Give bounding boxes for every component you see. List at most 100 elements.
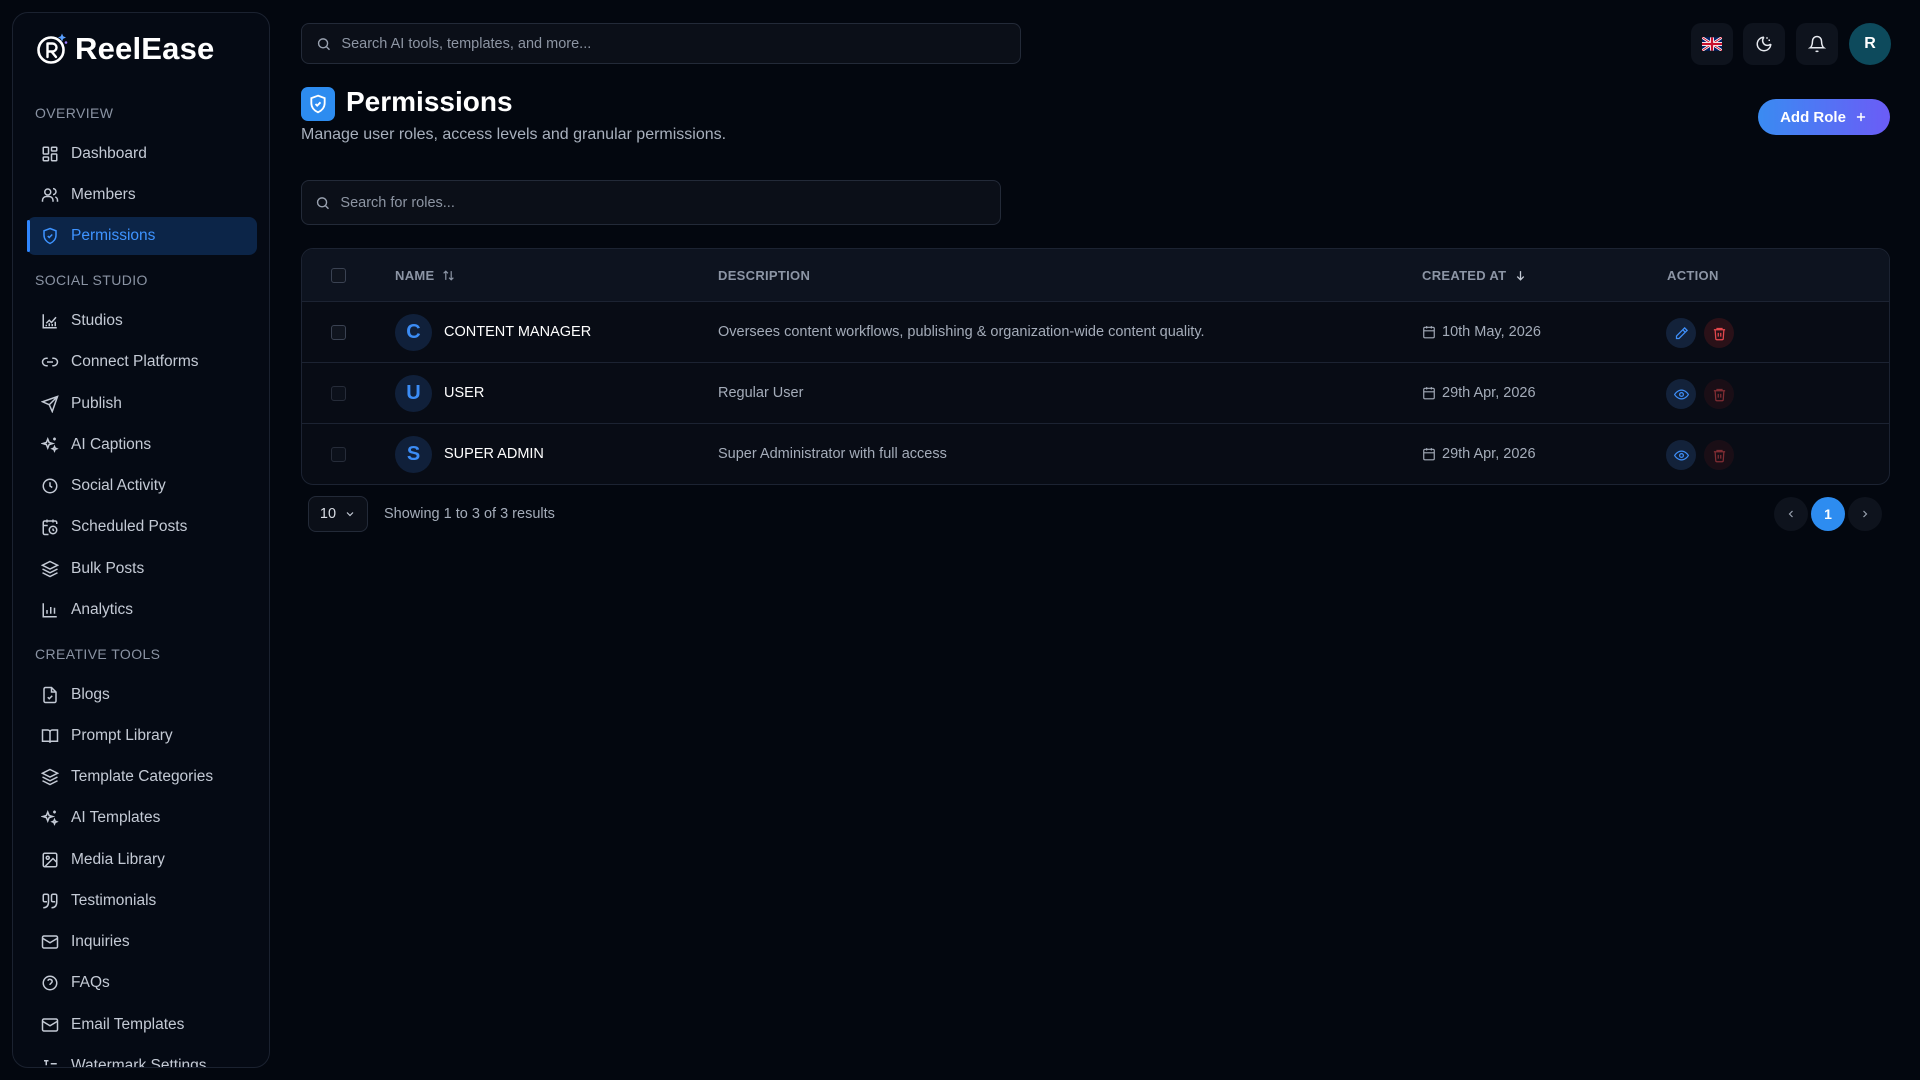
sidebar-item-inquiries[interactable]: Inquiries — [27, 923, 257, 961]
sidebar-item-label: Prompt Library — [71, 727, 173, 744]
uk-flag-icon — [1702, 37, 1722, 51]
sidebar-item-prompt-library[interactable]: Prompt Library — [27, 717, 257, 755]
role-created-at: 29th Apr, 2026 — [1422, 385, 1536, 401]
delete-button[interactable] — [1704, 318, 1734, 348]
column-header-description: DESCRIPTION — [718, 268, 810, 283]
sidebar-item-label: Members — [71, 186, 136, 203]
column-created-at-label: CREATED AT — [1422, 268, 1507, 283]
sidebar-item-social-activity[interactable]: Social Activity — [27, 467, 257, 505]
sparkles-icon — [41, 436, 59, 453]
notifications-button[interactable] — [1796, 23, 1838, 65]
sidebar-item-label: Blogs — [71, 686, 110, 703]
edit-button[interactable] — [1666, 318, 1696, 348]
sidebar-item-label: AI Templates — [71, 809, 161, 826]
role-description: Oversees content workflows, publishing &… — [718, 324, 1205, 340]
sidebar-item-email-templates[interactable]: Email Templates — [27, 1006, 257, 1044]
chevron-right-icon — [1863, 510, 1868, 518]
user-avatar[interactable]: R — [1849, 23, 1891, 65]
sidebar-item-blogs[interactable]: Blogs — [27, 676, 257, 714]
section-title-social-studio: SOCIAL STUDIO — [35, 272, 148, 288]
sidebar-item-studios[interactable]: Studios — [27, 302, 257, 340]
help-circle-icon — [42, 975, 58, 991]
link-icon — [41, 357, 59, 367]
view-button[interactable] — [1666, 379, 1696, 409]
global-search-input[interactable] — [341, 35, 1020, 52]
section-title-creative-tools: CREATIVE TOOLS — [35, 646, 161, 662]
role-avatar: C — [395, 314, 432, 351]
role-created-at: 29th Apr, 2026 — [1422, 446, 1536, 462]
per-page-select[interactable]: 10 — [308, 496, 368, 532]
sidebar-item-analytics[interactable]: Analytics — [27, 591, 257, 629]
delete-button[interactable] — [1704, 379, 1734, 409]
logo-icon — [37, 33, 68, 64]
sidebar-item-template-categories[interactable]: Template Categories — [27, 758, 257, 796]
section-title-overview: OVERVIEW — [35, 105, 114, 121]
sidebar-item-ai-captions[interactable]: AI Captions — [27, 426, 257, 464]
sidebar-item-label: Permissions — [71, 227, 156, 244]
select-all-checkbox[interactable] — [331, 268, 346, 283]
pencil-icon — [1675, 326, 1688, 339]
sidebar-item-label: Dashboard — [71, 145, 147, 162]
view-button[interactable] — [1666, 440, 1696, 470]
sidebar-item-faqs[interactable]: FAQs — [27, 964, 257, 1002]
sidebar-item-dashboard[interactable]: Dashboard — [27, 135, 257, 173]
sidebar-item-label: Inquiries — [71, 933, 130, 950]
column-header-action: ACTION — [1667, 268, 1719, 283]
add-role-label: Add Role — [1780, 108, 1846, 126]
app-name: ReelEase — [75, 31, 215, 66]
arrow-down-icon — [1517, 271, 1525, 281]
sidebar-item-members[interactable]: Members — [27, 176, 257, 214]
global-search[interactable] — [301, 23, 1021, 64]
row-checkbox[interactable] — [331, 447, 346, 462]
sort-icon — [443, 270, 455, 281]
sidebar-item-label: Social Activity — [71, 477, 166, 494]
sidebar-item-media-library[interactable]: Media Library — [27, 841, 257, 879]
role-description: Super Administrator with full access — [718, 446, 947, 462]
sidebar-item-permissions[interactable]: Permissions — [27, 217, 257, 255]
sidebar-item-ai-templates[interactable]: AI Templates — [27, 799, 257, 837]
shield-icon — [43, 227, 57, 245]
sidebar-item-publish[interactable]: Publish — [27, 385, 257, 423]
next-page-button[interactable] — [1848, 497, 1882, 531]
previous-page-button[interactable] — [1774, 497, 1808, 531]
role-created-at: 10th May, 2026 — [1422, 324, 1541, 340]
page-title: Permissions — [346, 86, 513, 117]
theme-toggle-button[interactable] — [1743, 23, 1785, 65]
calendar-icon — [1423, 326, 1435, 339]
mail-icon — [41, 1018, 59, 1032]
sidebar-item-label: Scheduled Posts — [71, 518, 188, 535]
eye-icon — [1673, 449, 1689, 461]
sidebar-item-testimonials[interactable]: Testimonials — [27, 882, 257, 920]
sidebar-item-scheduled-posts[interactable]: Scheduled Posts — [27, 508, 257, 546]
sidebar-item-label: Testimonials — [71, 892, 157, 909]
sparkles-icon — [41, 809, 59, 826]
image-icon — [42, 852, 58, 868]
role-search[interactable] — [301, 180, 1001, 225]
sidebar: ReelEase OVERVIEW Dashboard Members Perm… — [12, 12, 270, 1068]
role-search-input[interactable] — [340, 194, 1000, 211]
page-button-current[interactable]: 1 — [1811, 497, 1845, 531]
role-name: SUPER ADMIN — [444, 446, 544, 462]
row-checkbox[interactable] — [331, 386, 346, 401]
quote-icon — [42, 893, 58, 909]
plus-icon — [1856, 112, 1866, 122]
add-role-button[interactable]: Add Role — [1758, 99, 1890, 135]
sidebar-item-bulk-posts[interactable]: Bulk Posts — [27, 550, 257, 588]
delete-button[interactable] — [1704, 440, 1734, 470]
page-subtitle: Manage user roles, access levels and gra… — [301, 126, 727, 143]
column-header-name[interactable]: NAME — [395, 268, 455, 283]
bar-chart-icon — [42, 603, 57, 618]
row-checkbox[interactable] — [331, 325, 346, 340]
table-row: S SUPER ADMIN Super Administrator with f… — [302, 424, 1889, 484]
sidebar-item-watermark-settings[interactable]: Watermark Settings — [27, 1047, 257, 1067]
sidebar-item-label: Studios — [71, 312, 123, 329]
calendar-icon — [1423, 448, 1435, 461]
language-button[interactable] — [1691, 23, 1733, 65]
sidebar-item-connect-platforms[interactable]: Connect Platforms — [27, 343, 257, 381]
column-header-created-at[interactable]: CREATED AT — [1422, 268, 1527, 283]
trash-icon — [1713, 327, 1725, 340]
role-avatar: S — [395, 436, 432, 473]
app-logo[interactable]: ReelEase — [35, 31, 214, 67]
sidebar-item-label: AI Captions — [71, 436, 152, 453]
sidebar-item-label: Connect Platforms — [71, 353, 199, 370]
